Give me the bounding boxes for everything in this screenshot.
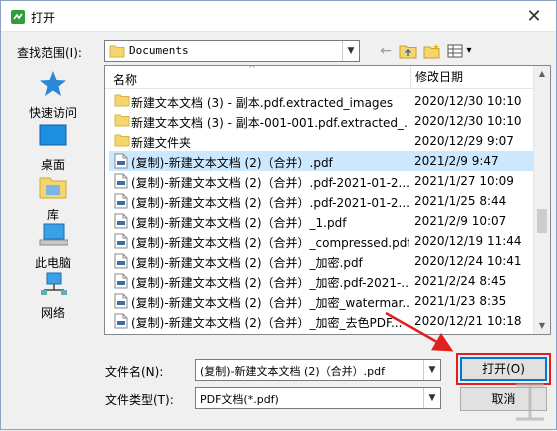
table-row[interactable]: (复制)-新建文本文档 (2)（合并）_加密.pdf 2020/12/24 10:… [109, 251, 535, 271]
file-name-cell: (复制)-新建文本文档 (2)（合并）_加密.pdf-2021-... [131, 276, 409, 290]
scroll-up-icon[interactable]: ▲ [534, 66, 550, 82]
file-date-cell: 2020/12/29 9:07 [414, 134, 514, 148]
look-in-label: 查找范围(I): [17, 46, 82, 60]
cancel-button[interactable]: 取消 [460, 387, 547, 411]
new-folder-icon[interactable] [423, 42, 441, 60]
file-type-label: 文件类型(T): [105, 393, 174, 407]
table-row[interactable]: 新建文本文档 (3) - 副本-001-001.pdf.extracted_..… [109, 111, 535, 131]
pdf-file-icon [114, 293, 128, 309]
file-date-cell: 2021/2/9 9:47 [414, 154, 499, 168]
window-title: 打开 [31, 11, 56, 25]
table-row[interactable]: (复制)-新建文本文档 (2)（合并）_compressed.pdf 2020/1… [109, 231, 535, 251]
up-folder-icon[interactable] [399, 42, 417, 60]
table-row[interactable]: (复制)-新建文本文档 (2)（合并）.pdf-2021-01-2... 2021… [109, 171, 535, 191]
table-row[interactable]: (复制)-新建文本文档 (2)（合并）_加密_watermar... 2021/1… [109, 291, 535, 311]
place-network[interactable]: 网络 [16, 271, 90, 321]
file-name-value[interactable]: (复制)-新建文本文档 (2)（合并）.pdf [200, 363, 385, 379]
table-row[interactable]: (复制)-新建文本文档 (2)（合并）.pdf-2021-01-2... 2021… [109, 191, 535, 211]
chevron-down-icon[interactable]: ▼ [423, 388, 440, 408]
pdf-file-icon [114, 193, 128, 209]
file-name-cell: (复制)-新建文本文档 (2)（合并）_1.pdf [131, 216, 347, 230]
place-label: 此电脑 [34, 256, 71, 270]
place-label: 桌面 [40, 158, 65, 172]
desktop-icon [39, 124, 67, 146]
file-date-cell: 2021/2/9 10:07 [414, 214, 507, 228]
file-date-cell: 2020/12/24 10:41 [414, 254, 522, 268]
file-type-value: PDF文档(*.pdf) [200, 393, 279, 406]
look-in-value: Documents [129, 44, 189, 57]
folder-icon [114, 114, 130, 127]
view-dropdown-icon[interactable]: ▾ [464, 42, 474, 60]
scroll-down-icon[interactable]: ▼ [534, 318, 550, 334]
file-date-cell: 2021/1/23 8:35 [414, 294, 507, 308]
file-name-label: 文件名(N): [105, 365, 164, 379]
table-row[interactable]: 新建文件夹 2020/12/29 9:07 [109, 131, 535, 151]
file-date-cell: 2021/2/24 8:45 [414, 274, 507, 288]
close-button[interactable]: ✕ [512, 1, 556, 32]
column-header-name[interactable]: 名称 [113, 71, 137, 88]
file-name-cell: 新建文本文档 (3) - 副本.pdf.extracted_images [131, 96, 394, 110]
file-name-cell: (复制)-新建文本文档 (2)（合并）.pdf [131, 156, 333, 170]
folder-icon [114, 134, 130, 147]
file-name-cell: (复制)-新建文本文档 (2)（合并）_compressed.pdf [131, 236, 409, 250]
file-date-cell: 2020/12/21 10:18 [414, 314, 522, 328]
file-date-cell: 2020/12/30 10:10 [414, 94, 522, 108]
sort-caret-icon: ^ [248, 65, 257, 75]
open-file-dialog: 打开 ✕ 查找范围(I): Documents ▼ ← ▾ 快速访问 桌面 库 … [0, 0, 557, 430]
network-icon [41, 272, 67, 295]
table-row[interactable]: 新建文本文档 (3) - 副本.pdf.extracted_images 2020… [109, 91, 535, 111]
place-library[interactable]: 库 [16, 173, 90, 223]
pdf-file-icon [114, 313, 128, 329]
table-row[interactable]: (复制)-新建文本文档 (2)（合并）_加密_去色PDF... 2020/12/2… [109, 311, 535, 331]
chevron-down-icon[interactable]: ▼ [423, 360, 440, 380]
file-date-cell: 2020/12/30 10:10 [414, 114, 522, 128]
place-this-pc[interactable]: 此电脑 [16, 221, 90, 271]
file-date-cell: 2021/1/25 8:44 [414, 194, 507, 208]
folder-icon [109, 45, 125, 58]
pdf-file-icon [114, 253, 128, 269]
file-name-cell: 新建文本文档 (3) - 副本-001-001.pdf.extracted_..… [131, 116, 409, 130]
title-bar: 打开 ✕ [1, 1, 556, 32]
pdf-file-icon [114, 273, 128, 289]
back-button[interactable]: ← [378, 42, 394, 60]
pdf-file-icon [114, 213, 128, 229]
file-list[interactable]: ^ 名称 修改日期 新建文本文档 (3) - 副本.pdf.extracted_… [104, 65, 551, 335]
table-row[interactable]: (复制)-新建文本文档 (2)（合并）_1.pdf 2021/2/9 10:07 [109, 211, 535, 231]
file-name-cell: (复制)-新建文本文档 (2)（合并）.pdf-2021-01-2... [131, 196, 409, 210]
view-menu-icon[interactable] [447, 42, 463, 60]
star-icon [40, 71, 66, 96]
place-label: 快速访问 [28, 106, 77, 120]
file-name-cell: (复制)-新建文本文档 (2)（合并）.pdf-2021-01-2... [131, 176, 409, 190]
vertical-scrollbar[interactable]: ▲ ▼ [533, 66, 550, 334]
file-list-header: ^ 名称 修改日期 [105, 66, 535, 89]
column-header-date[interactable]: 修改日期 [410, 66, 463, 89]
places-bar: 快速访问 桌面 库 此电脑 网络 [16, 65, 90, 335]
table-row[interactable]: (复制)-新建文本文档 (2)（合并）.pdf 2021/2/9 9:47 [109, 151, 535, 171]
file-name-cell: (复制)-新建文本文档 (2)（合并）_加密_watermar... [131, 296, 409, 310]
file-name-input[interactable]: (复制)-新建文本文档 (2)（合并）.pdf ▼ [195, 359, 441, 381]
scrollbar-thumb[interactable] [537, 209, 547, 233]
file-name-cell: (复制)-新建文本文档 (2)（合并）_加密_去色PDF... [131, 316, 403, 330]
table-row[interactable]: (复制)-新建文本文档 (2)（合并）_加密.pdf-2021-... 2021/… [109, 271, 535, 291]
file-date-cell: 2021/1/27 10:09 [414, 174, 514, 188]
open-button[interactable]: 打开(O) [460, 357, 547, 381]
place-desktop[interactable]: 桌面 [16, 123, 90, 173]
file-name-cell: 新建文件夹 [131, 136, 192, 150]
place-quick-access[interactable]: 快速访问 [16, 69, 90, 121]
pdf-file-icon [114, 173, 128, 189]
pdf-file-icon [114, 153, 128, 169]
file-type-select[interactable]: PDF文档(*.pdf) ▼ [195, 387, 441, 409]
file-date-cell: 2020/12/19 11:44 [414, 234, 522, 248]
library-icon [39, 177, 67, 199]
app-icon [11, 10, 25, 24]
place-label: 网络 [40, 306, 65, 320]
computer-icon [39, 223, 69, 246]
file-name-cell: (复制)-新建文本文档 (2)（合并）_加密.pdf [131, 256, 363, 270]
pdf-file-icon [114, 233, 128, 249]
folder-icon [114, 94, 130, 107]
look-in-combo[interactable]: Documents ▼ [104, 40, 360, 62]
chevron-down-icon[interactable]: ▼ [342, 41, 359, 61]
